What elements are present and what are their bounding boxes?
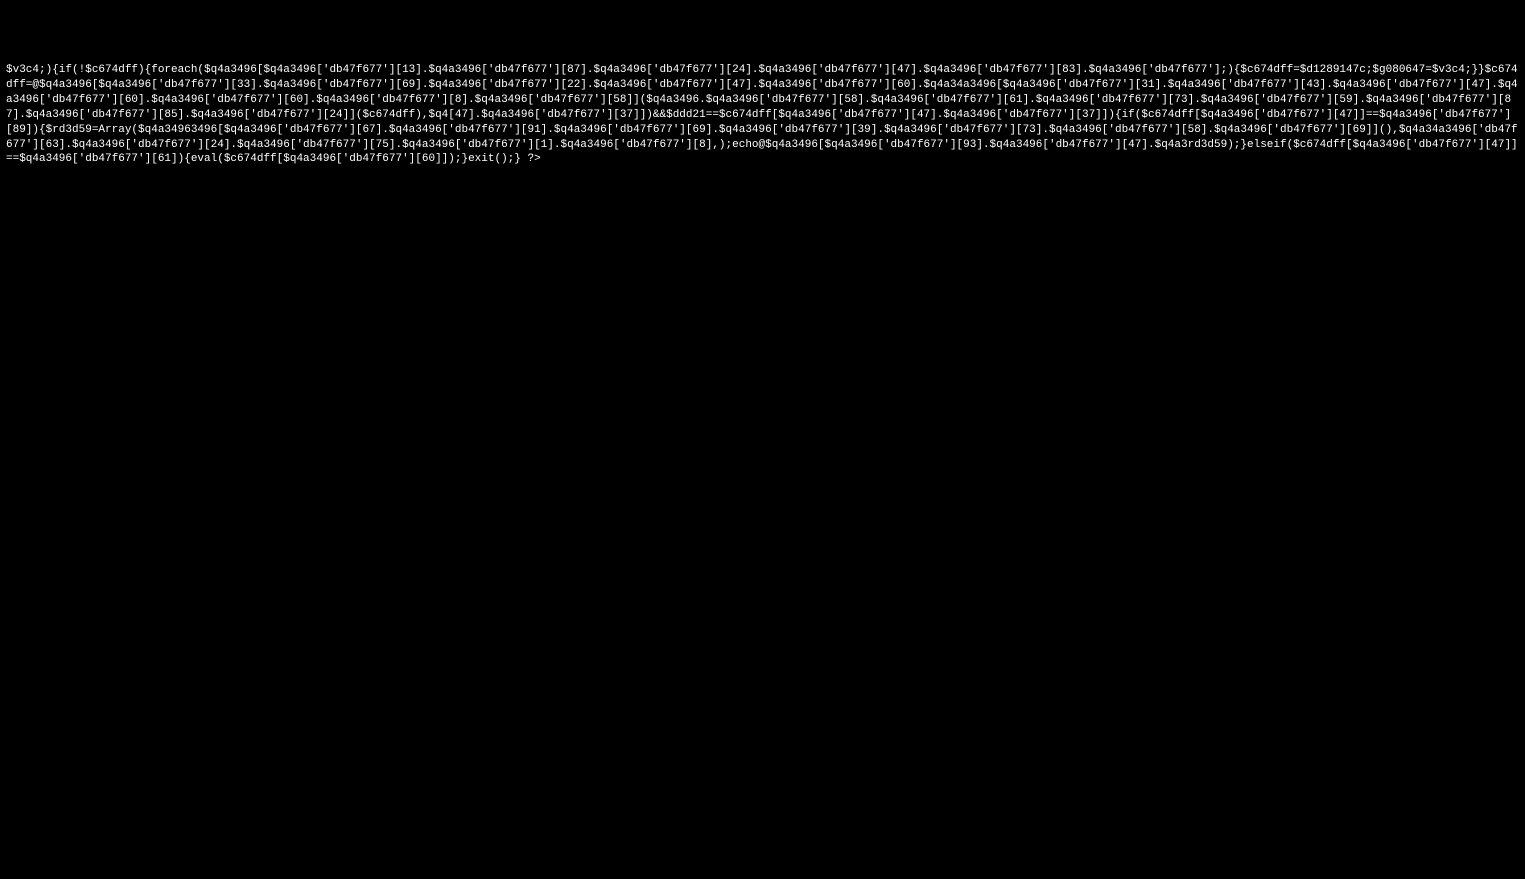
php-code-viewer: $v3c4;){if(!$c674dff){foreach($q4a3496[$… xyxy=(6,63,1519,167)
